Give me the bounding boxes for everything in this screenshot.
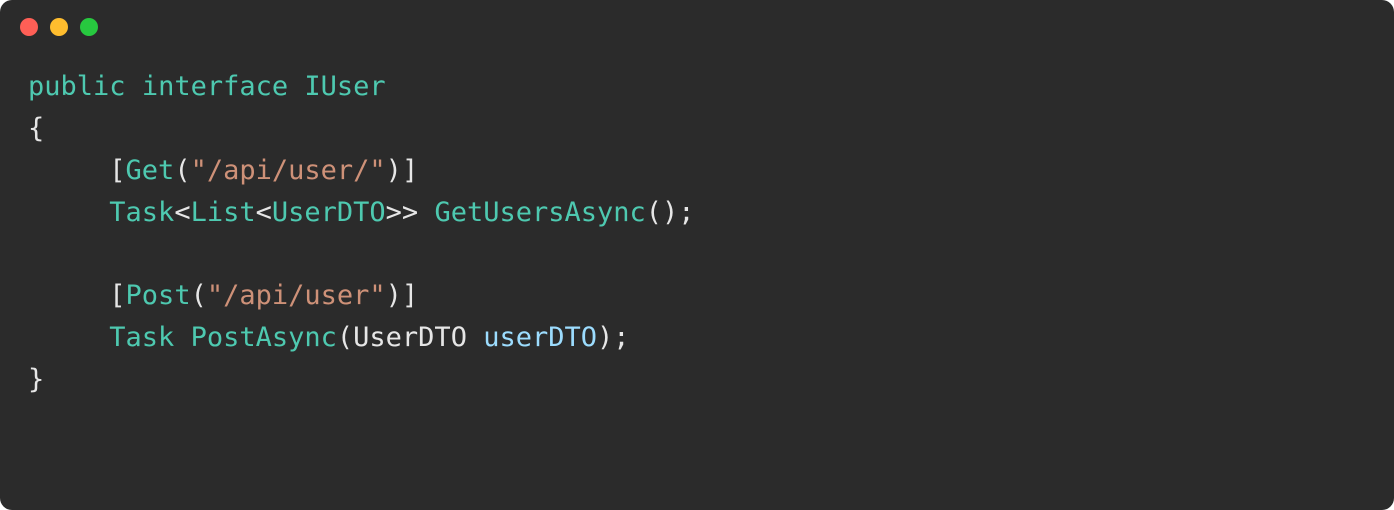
brace-open: { (28, 113, 44, 144)
paren-close: ) (386, 155, 402, 186)
paren-open: ( (191, 280, 207, 311)
string-literal: "/api/user" (207, 280, 386, 311)
angle-open: < (174, 197, 190, 228)
keyword-public: public (28, 71, 126, 102)
method-postasync: PostAsync (191, 322, 337, 353)
bracket-open: [ (109, 155, 125, 186)
indent (28, 197, 109, 228)
bracket-close: ] (402, 155, 418, 186)
brace-close: } (28, 364, 44, 395)
keyword-interface: interface (142, 71, 288, 102)
type-task: Task (109, 197, 174, 228)
paren-close: ) (386, 280, 402, 311)
close-icon[interactable] (20, 18, 38, 36)
param-type: UserDTO (353, 322, 467, 353)
indent (28, 322, 109, 353)
attribute-post: Post (126, 280, 191, 311)
bracket-close: ] (402, 280, 418, 311)
angle-open: < (256, 197, 272, 228)
attribute-get: Get (126, 155, 175, 186)
indent (28, 155, 109, 186)
window-titlebar (0, 0, 1394, 36)
type-list: List (191, 197, 256, 228)
param-name: userDTO (483, 322, 597, 353)
type-task: Task (109, 322, 174, 353)
indent (28, 280, 109, 311)
string-literal: "/api/user/" (191, 155, 386, 186)
paren-open: ( (337, 322, 353, 353)
bracket-open: [ (109, 280, 125, 311)
code-window: public interface IUser { [Get("/api/user… (0, 0, 1394, 510)
interface-name: IUser (304, 71, 385, 102)
code-content: public interface IUser { [Get("/api/user… (0, 36, 1394, 421)
angle-close: >> (386, 197, 419, 228)
paren-close-semicolon: ); (597, 322, 630, 353)
paren-open: ( (174, 155, 190, 186)
method-getusersasync: GetUsersAsync (434, 197, 645, 228)
type-userdto: UserDTO (272, 197, 386, 228)
parens-semicolon: (); (646, 197, 695, 228)
minimize-icon[interactable] (50, 18, 68, 36)
maximize-icon[interactable] (80, 18, 98, 36)
